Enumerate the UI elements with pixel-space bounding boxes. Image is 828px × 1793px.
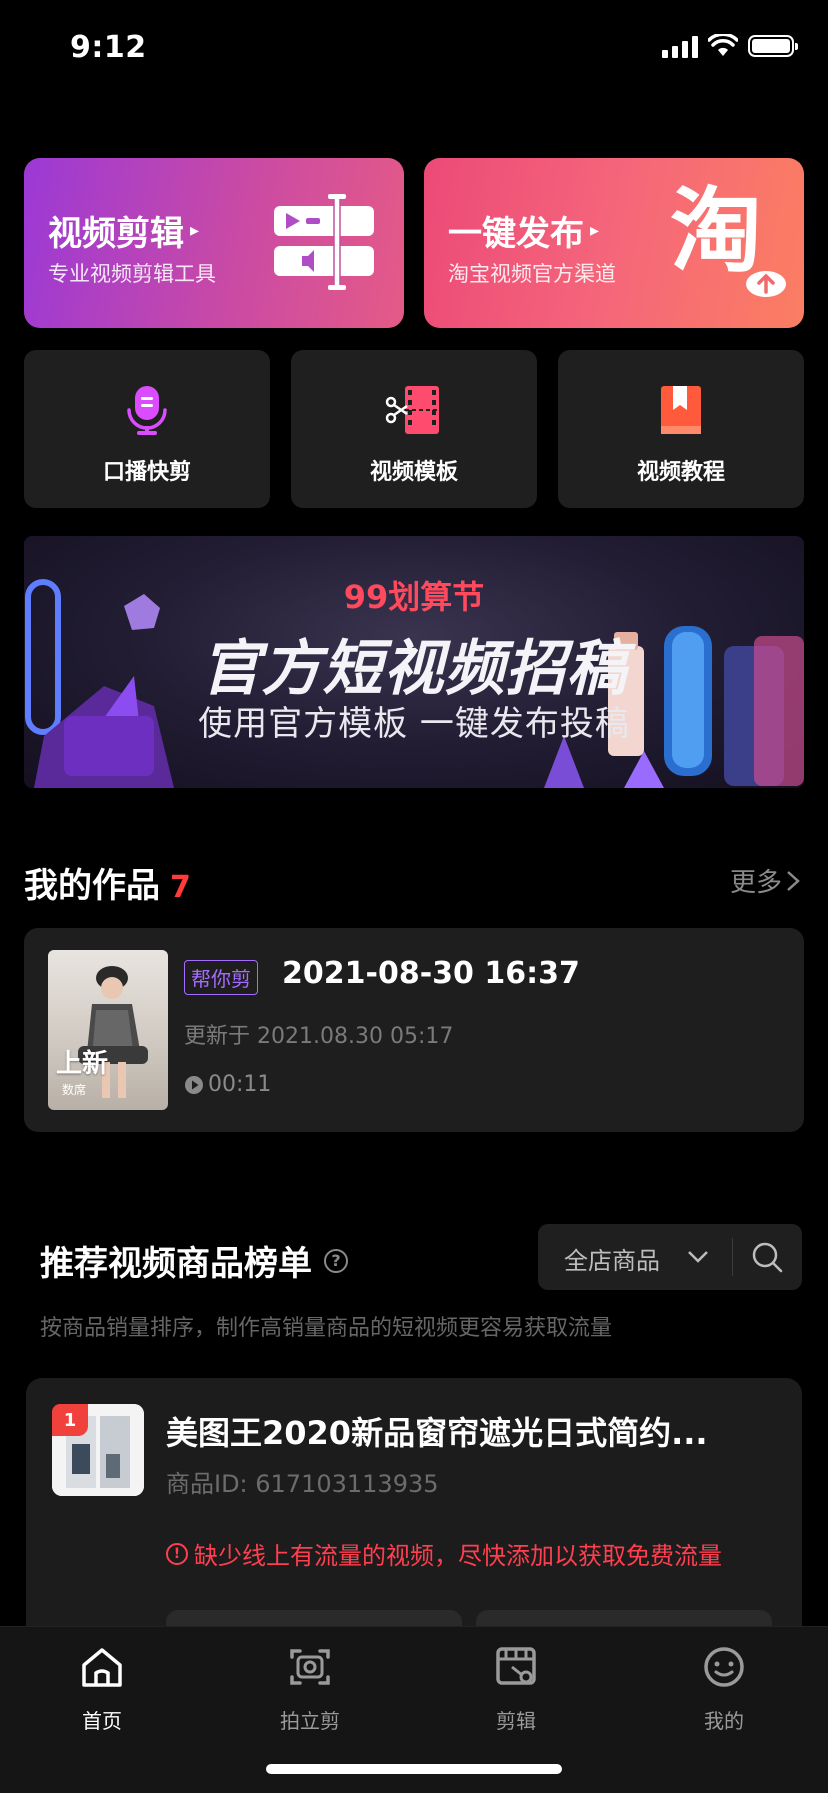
- video-edit-card[interactable]: 视频剪辑 ▸ 专业视频剪辑工具: [24, 158, 404, 328]
- my-works-title: 我的作品: [24, 866, 160, 906]
- upload-cloud-icon: [746, 271, 786, 297]
- banner-tag: 99划算节: [343, 578, 485, 616]
- timeline-edit-icon: [274, 194, 374, 290]
- status-time: 9:12: [70, 30, 147, 65]
- more-link[interactable]: 更多: [730, 862, 800, 899]
- search-icon[interactable]: [750, 1240, 784, 1274]
- tool-video-template[interactable]: 视频模板: [291, 350, 537, 508]
- filter-divider: [732, 1238, 733, 1276]
- warning-text: 缺少线上有流量的视频，尽快添加以获取免费流量: [194, 1542, 722, 1570]
- tab-label: 拍立剪: [280, 1709, 340, 1733]
- bookmark-book-icon: [661, 386, 701, 434]
- my-works-count: 7: [170, 870, 191, 905]
- video-edit-title: 视频剪辑: [48, 214, 184, 254]
- tab-quick-shoot[interactable]: 拍立剪: [250, 1643, 370, 1734]
- warning-icon: !: [166, 1542, 188, 1565]
- battery-icon: [748, 35, 798, 57]
- smiley-profile-icon: [704, 1647, 744, 1687]
- work-duration: 00:11: [184, 1072, 271, 1097]
- chevron-right-icon: ▸: [190, 220, 200, 241]
- play-icon: [185, 1075, 203, 1094]
- home-indicator[interactable]: [266, 1764, 562, 1774]
- filter-select-value[interactable]: 全店商品: [564, 1241, 660, 1276]
- tool-voice-quick-cut[interactable]: 口播快剪: [24, 350, 270, 508]
- product-id: 商品ID: 617103113935: [166, 1470, 439, 1498]
- home-icon: [82, 1648, 122, 1687]
- chevron-right-icon: [787, 870, 800, 891]
- edit-clip-icon: [496, 1647, 536, 1685]
- publish-title: 一键发布: [448, 214, 584, 254]
- tab-label: 剪辑: [496, 1709, 536, 1733]
- help-cut-tag: 帮你剪: [184, 960, 258, 995]
- tool-video-tutorial[interactable]: 视频教程: [558, 350, 804, 508]
- chevron-down-icon: [688, 1251, 708, 1263]
- thumbnail-subtext: 数席: [62, 1083, 87, 1097]
- more-label: 更多: [729, 868, 782, 898]
- work-item-card[interactable]: 上新 数席 帮你剪 2021-08-30 16:37 更新于 2021.08.3…: [24, 928, 804, 1132]
- microphone-icon: [127, 386, 167, 435]
- banner-subtitle: 使用官方模板 一键发布投稿: [198, 704, 630, 744]
- work-title: 2021-08-30 16:37: [282, 956, 580, 991]
- tab-profile[interactable]: 我的: [664, 1643, 784, 1734]
- film-scissors-icon: [385, 386, 439, 434]
- thumbnail-text: 上新: [56, 1049, 109, 1079]
- work-updated-time: 更新于 2021.08.30 05:17: [184, 1024, 454, 1049]
- ranking-header: 推荐视频商品榜单 ?: [40, 1236, 348, 1285]
- rank-badge: 1: [52, 1404, 88, 1436]
- tool-label: 视频模板: [369, 460, 458, 485]
- chevron-right-icon: ▸: [590, 220, 600, 241]
- tool-label: 视频教程: [636, 460, 725, 485]
- product-filter[interactable]: 全店商品: [538, 1224, 802, 1290]
- duration-value: 00:11: [208, 1072, 272, 1097]
- publish-subtitle: 淘宝视频官方渠道: [448, 262, 616, 286]
- tool-label: 口播快剪: [102, 460, 191, 485]
- product-warning: ! 缺少线上有流量的视频，尽快添加以获取免费流量: [166, 1536, 722, 1571]
- help-question-icon[interactable]: ?: [324, 1248, 348, 1273]
- promo-banner[interactable]: 99划算节 官方短视频招稿 使用官方模板 一键发布投稿: [24, 536, 804, 788]
- ranking-title: 推荐视频商品榜单: [40, 1244, 312, 1284]
- status-icons: [662, 34, 798, 58]
- ranking-description: 按商品销量排序，制作高销量商品的短视频更容易获取流量: [40, 1316, 613, 1341]
- tab-edit[interactable]: 剪辑: [456, 1643, 576, 1734]
- my-works-header: 我的作品 7: [24, 858, 191, 907]
- camera-icon: [290, 1649, 330, 1685]
- signal-icon: [662, 34, 698, 58]
- banner-title: 官方短视频招稿: [200, 634, 628, 704]
- product-name: 美图王2020新品窗帘遮光日式简约...: [166, 1414, 708, 1452]
- tab-label: 首页: [82, 1709, 122, 1733]
- tab-home[interactable]: 首页: [42, 1643, 162, 1734]
- work-thumbnail: 上新 数席: [48, 950, 168, 1110]
- tab-label: 我的: [704, 1709, 744, 1733]
- wifi-icon: [708, 34, 738, 56]
- one-click-publish-card[interactable]: 一键发布 ▸ 淘宝视频官方渠道 淘: [424, 158, 804, 328]
- video-edit-subtitle: 专业视频剪辑工具: [48, 262, 216, 286]
